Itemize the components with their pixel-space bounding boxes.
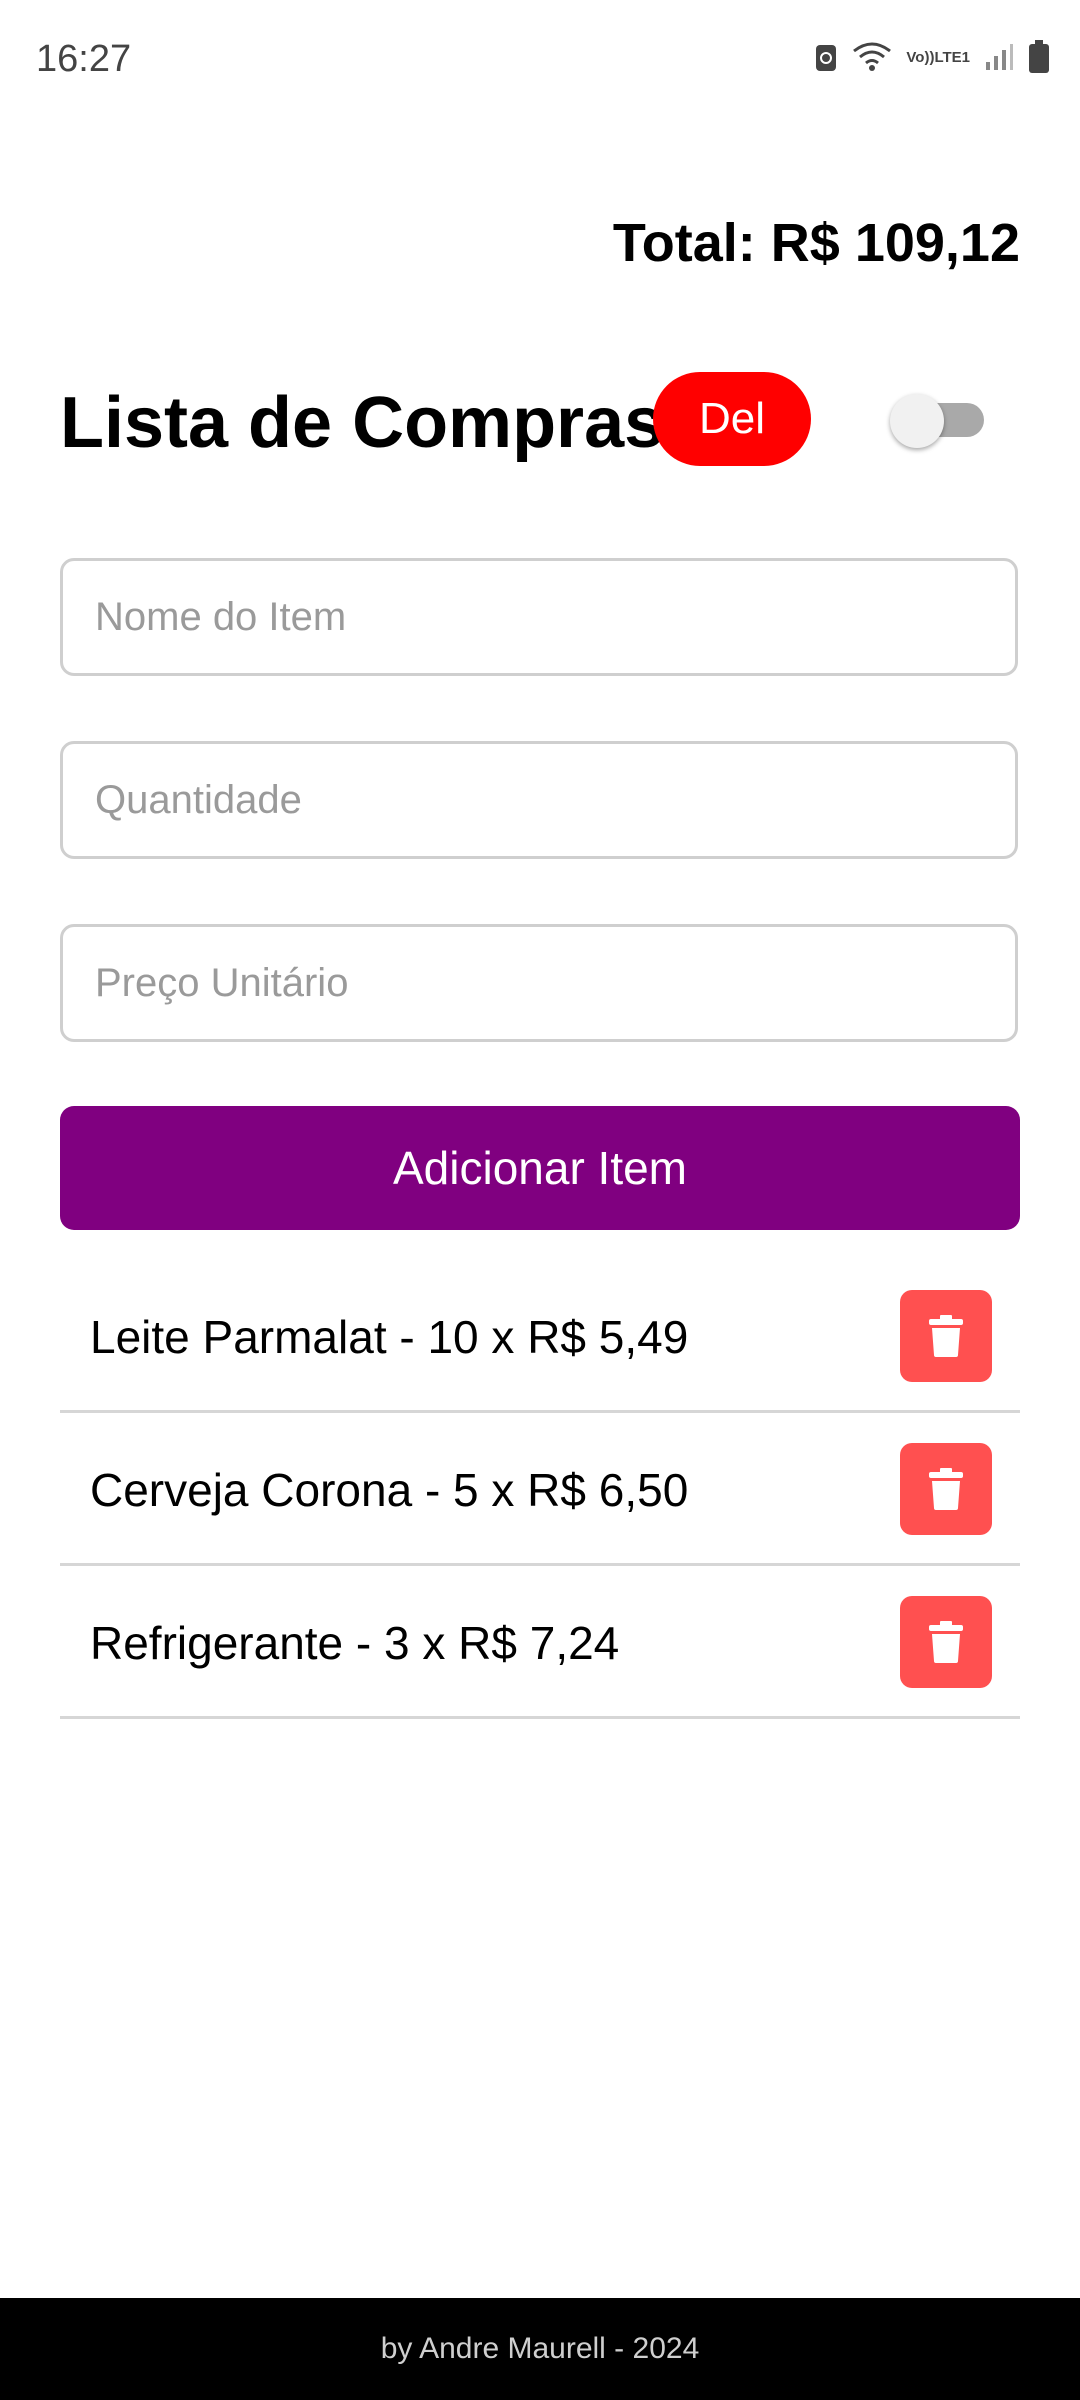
item-name-input[interactable] [60,558,1018,676]
status-icons: Vo)) LTE1 [814,40,1050,74]
total-label: Total: R$ 109,12 [612,213,1020,273]
wifi-icon [852,41,892,73]
delete-item-button[interactable] [900,1596,992,1688]
quantity-input[interactable] [60,741,1018,859]
vpn-lock-icon [814,41,838,73]
delete-item-button[interactable] [900,1290,992,1382]
delete-item-button[interactable] [900,1443,992,1535]
delete-all-button[interactable]: Del [653,372,811,466]
signal-icon [984,42,1014,72]
list-item: Refrigerante - 3 x R$ 7,24 [60,1566,1020,1719]
battery-icon [1028,40,1050,74]
footer-credit: by Andre Maurell - 2024 [380,2332,700,2365]
footer: by Andre Maurell - 2024 [0,2298,1080,2400]
add-item-button[interactable]: Adicionar Item [60,1106,1020,1230]
list-item-label: Refrigerante - 3 x R$ 7,24 [90,1617,620,1669]
trash-icon [929,1468,963,1510]
trash-icon [929,1315,963,1357]
mode-toggle[interactable] [890,394,986,448]
trash-icon [929,1621,963,1663]
list-item-label: Cerveja Corona - 5 x R$ 6,50 [90,1464,689,1516]
list-item: Leite Parmalat - 10 x R$ 5,49 [60,1260,1020,1413]
page-title: Lista de Compras [60,383,665,463]
status-bar: 16:27 Vo)) LTE1 [0,0,1080,120]
network-type: Vo)) LTE1 [906,48,970,66]
toggle-knob [890,394,944,448]
shopping-list: Leite Parmalat - 10 x R$ 5,49 Cerveja Co… [60,1260,1020,1719]
status-time: 16:27 [36,38,132,80]
unit-price-input[interactable] [60,924,1018,1042]
list-item-label: Leite Parmalat - 10 x R$ 5,49 [90,1311,689,1363]
list-item: Cerveja Corona - 5 x R$ 6,50 [60,1413,1020,1566]
